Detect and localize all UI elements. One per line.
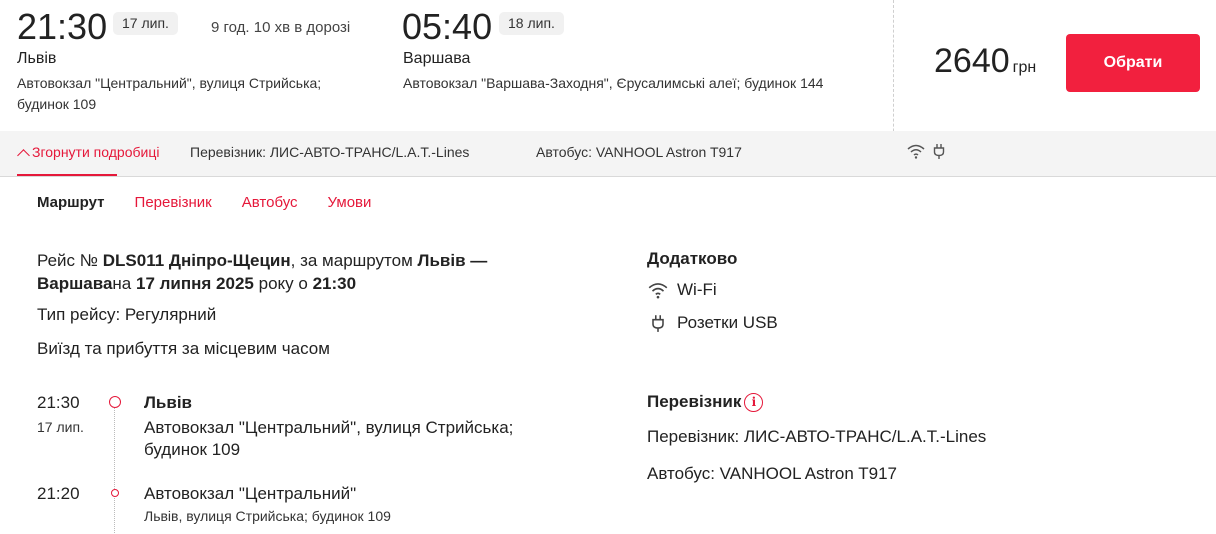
- trip-type: Тип рейсу: Регулярний: [37, 305, 217, 324]
- departure-city: Львів: [17, 50, 57, 67]
- trip-duration: 9 год. 10 хв в дорозі: [211, 19, 351, 36]
- departure-date-badge: 17 лип.: [113, 12, 178, 35]
- stop-name: Автовокзал "Центральний": [144, 484, 357, 503]
- carrier-name: Перевізник: ЛИС-АВТО-ТРАНС/L.A.T.-Lines: [647, 427, 987, 446]
- route-on: на: [112, 274, 136, 293]
- trip-summary: 21:30 17 лип. 9 год. 10 хв в дорозі 05:4…: [0, 0, 1216, 131]
- extras-title: Додатково: [647, 249, 738, 268]
- price-currency: грн: [1012, 59, 1037, 76]
- amenity-usb: Розетки USB: [647, 313, 778, 333]
- wifi-icon: [648, 283, 668, 299]
- choose-button[interactable]: Обрати: [1066, 34, 1200, 92]
- chevron-up-icon: [17, 149, 30, 162]
- bar-bus-text: Автобус: VANHOOL Astron T917: [536, 144, 742, 160]
- route-prefix: Рейс №: [37, 251, 103, 270]
- bar-carrier-text: Перевізник: ЛИС-АВТО-ТРАНС/L.A.T.-Lines: [190, 144, 470, 160]
- arrival-time: 05:40: [402, 6, 493, 47]
- tab-carrier[interactable]: Перевізник: [135, 194, 212, 211]
- details-bar: Згорнути подробиці Перевізник: ЛИС-АВТО-…: [0, 131, 1216, 177]
- detail-tabs: Маршрут Перевізник Автобус Умови: [37, 194, 401, 211]
- amenity-wifi: Wi-Fi: [647, 280, 717, 300]
- arrival-station: Автовокзал "Варшава-Заходня", Єрусалимсь…: [403, 75, 824, 91]
- local-time-note: Виїзд та прибуття за місцевим часом: [37, 339, 330, 358]
- tab-conditions[interactable]: Умови: [328, 194, 372, 211]
- departure-time: 21:30: [17, 6, 108, 47]
- stop-address: Львів, вулиця Стрийська; будинок 109: [144, 508, 391, 524]
- route-year-at: року о: [253, 274, 313, 293]
- stop-marker: [111, 489, 119, 497]
- stop-date: 17 лип.: [37, 419, 84, 435]
- bus-model: Автобус: VANHOOL Astron T917: [647, 464, 897, 483]
- carrier-title-label: Перевізник: [647, 392, 742, 411]
- price-amount: 2640: [934, 42, 1010, 80]
- stop-marker: [109, 396, 121, 408]
- stop-time: 21:30: [37, 393, 80, 412]
- route-timeline-line: [114, 405, 115, 533]
- route-mid: , за маршрутом: [290, 251, 418, 270]
- wifi-icon: [907, 144, 925, 159]
- tab-route[interactable]: Маршрут: [37, 194, 105, 211]
- info-icon[interactable]: i: [744, 392, 764, 412]
- amenity-label: Розетки USB: [677, 313, 778, 332]
- stop-time: 21:20: [37, 484, 80, 503]
- usb-plug-icon: [933, 144, 945, 159]
- flight-number: DLS011 Дніпро-Щецин: [102, 251, 291, 270]
- ticket-price: 2640 грн: [934, 42, 1036, 81]
- collapse-details-link[interactable]: Згорнути подробиці: [17, 131, 159, 177]
- route-time: 21:30: [312, 274, 357, 293]
- tab-bus[interactable]: Автобус: [242, 194, 298, 211]
- amenity-label: Wi-Fi: [677, 280, 717, 299]
- departure-station: Автовокзал "Центральний", вулиця Стрийсь…: [17, 75, 322, 112]
- route-date: 17 липня 2025: [136, 274, 254, 293]
- route-description: Рейс № DLS011 Дніпро-Щецин, за маршрутом…: [37, 249, 517, 295]
- arrival-city: Варшава: [403, 50, 471, 67]
- collapse-details-label: Згорнути подробиці: [32, 144, 160, 160]
- collapse-underline: [17, 174, 117, 176]
- stop-address: Автовокзал "Центральний", вулиця Стрийсь…: [144, 418, 514, 459]
- arrival-date-badge: 18 лип.: [499, 12, 564, 35]
- carrier-title: Перевізник i: [647, 392, 764, 412]
- usb-plug-icon: [652, 315, 664, 332]
- amenity-icons: [906, 142, 946, 160]
- stop-city: Львів: [144, 393, 193, 412]
